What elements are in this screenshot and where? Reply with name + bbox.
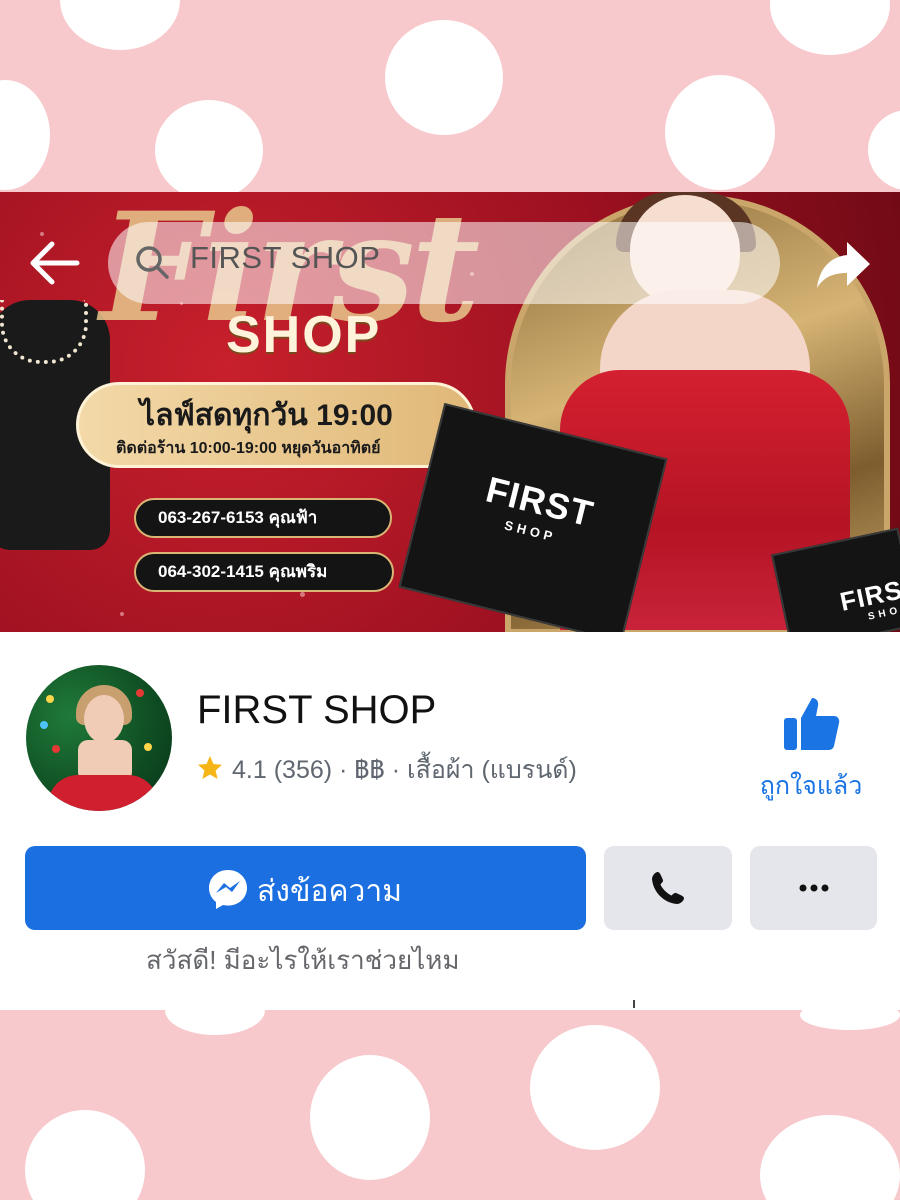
bg-dot — [0, 80, 50, 190]
bg-dot — [665, 75, 775, 190]
share-icon[interactable] — [814, 238, 872, 290]
banner-phone-2: 064-302-1415 คุณพริม — [134, 552, 394, 592]
banner-phone-1: 063-267-6153 คุณฟ้า — [134, 498, 392, 538]
search-icon — [136, 246, 169, 279]
liked-button[interactable]: ถูกใจแล้ว — [744, 690, 878, 810]
bg-dot — [310, 1055, 430, 1180]
bg-dot — [385, 20, 503, 135]
greeting-text: สวัสดี! มีอะไรให้เราช่วยไหม — [146, 945, 460, 975]
banner-shop-word: SHOP — [226, 306, 382, 364]
bg-dot — [530, 1025, 660, 1150]
rating-value: 4.1 — [232, 756, 267, 784]
more-dots-icon — [799, 884, 829, 892]
back-arrow-icon[interactable] — [28, 240, 80, 286]
banner-hours-line: ติดต่อร้าน 10:00-19:00 หยุดวันอาทิตย์ — [116, 440, 381, 457]
avatar[interactable] — [26, 665, 172, 811]
liked-label: ถูกใจแล้ว — [759, 772, 863, 800]
bg-dot — [868, 110, 900, 190]
star-icon — [198, 756, 222, 779]
thumbs-up-icon — [784, 698, 840, 750]
page-meta: 4.1 (356) · ฿฿ · เสื้อผ้า (แบรนด์) — [196, 750, 577, 790]
bg-dot — [60, 0, 180, 50]
messenger-icon — [209, 870, 247, 909]
phone-icon — [652, 872, 684, 904]
bg-dot — [760, 1115, 900, 1200]
page-title: FIRST SHOP — [197, 688, 437, 732]
send-message-button[interactable]: ส่งข้อความ — [25, 846, 586, 930]
send-message-label: ส่งข้อความ — [257, 875, 403, 908]
meta-details: (356) · ฿฿ · เสื้อผ้า (แบรนด์) — [273, 756, 577, 784]
call-button[interactable] — [604, 846, 732, 930]
bg-dot — [25, 1110, 145, 1200]
divider-mark — [633, 1000, 635, 1008]
banner-live-line: ไลฟ์สดทุกวัน 19:00 — [140, 399, 393, 432]
bg-dot — [770, 0, 890, 55]
search-query-text[interactable]: FIRST SHOP — [190, 240, 380, 276]
more-options-button[interactable] — [750, 846, 877, 930]
